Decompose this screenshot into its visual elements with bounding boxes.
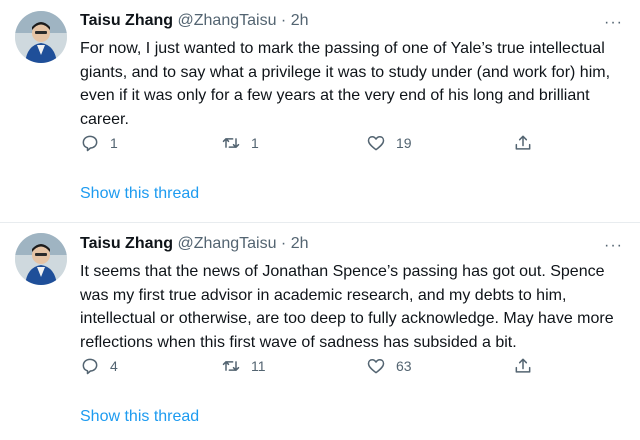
avatar[interactable]: [15, 11, 67, 63]
like-button[interactable]: 63: [366, 356, 412, 376]
author-handle[interactable]: @ZhangTaisu: [178, 235, 277, 252]
like-button[interactable]: 19: [366, 133, 412, 153]
share-button[interactable]: [513, 133, 533, 153]
retweet-icon: [222, 138, 240, 148]
tweet-actions: 1 1 19: [0, 133, 640, 159]
heart-icon: [367, 136, 385, 151]
show-thread-link[interactable]: Show this thread: [80, 185, 199, 203]
avatar[interactable]: [15, 233, 67, 285]
tweet[interactable]: Taisu Zhang @ZhangTaisu · 2h ··· It seem…: [0, 223, 640, 440]
author-name[interactable]: Taisu Zhang: [80, 12, 173, 29]
reply-button[interactable]: 4: [80, 356, 118, 376]
tweet[interactable]: Taisu Zhang @ZhangTaisu · 2h ··· For now…: [0, 0, 640, 223]
share-icon: [515, 358, 531, 373]
tweet-time[interactable]: 2h: [291, 235, 309, 252]
avatar-image: [15, 11, 67, 63]
retweet-count: 11: [251, 358, 266, 374]
share-icon: [515, 135, 531, 150]
author-handle[interactable]: @ZhangTaisu: [178, 12, 277, 29]
reply-icon: [82, 135, 98, 152]
retweet-count: 1: [251, 135, 259, 151]
tweet-text: It seems that the news of Jonathan Spenc…: [80, 263, 614, 351]
show-thread-link[interactable]: Show this thread: [80, 408, 199, 426]
tweet-header: Taisu Zhang @ZhangTaisu · 2h: [80, 235, 309, 253]
share-button[interactable]: [513, 356, 533, 376]
like-count: 19: [396, 135, 412, 151]
retweet-button[interactable]: 1: [221, 133, 259, 153]
reply-icon: [82, 358, 98, 375]
avatar-image: [15, 233, 67, 285]
reply-button[interactable]: 1: [80, 133, 118, 153]
more-options-icon[interactable]: ···: [604, 14, 623, 32]
retweet-button[interactable]: 11: [221, 356, 266, 376]
reply-count: 1: [110, 135, 118, 151]
heart-icon: [367, 359, 385, 374]
tweet-header: Taisu Zhang @ZhangTaisu · 2h: [80, 12, 309, 30]
tweet-time[interactable]: 2h: [291, 12, 309, 29]
more-options-icon[interactable]: ···: [604, 237, 623, 255]
separator-dot: ·: [280, 235, 287, 252]
like-count: 63: [396, 358, 412, 374]
tweet-actions: 4 11 63: [0, 356, 640, 382]
separator-dot: ·: [280, 12, 287, 29]
retweet-icon: [222, 361, 240, 371]
author-name[interactable]: Taisu Zhang: [80, 235, 173, 252]
tweet-text: For now, I just wanted to mark the passi…: [80, 40, 611, 128]
reply-count: 4: [110, 358, 118, 374]
